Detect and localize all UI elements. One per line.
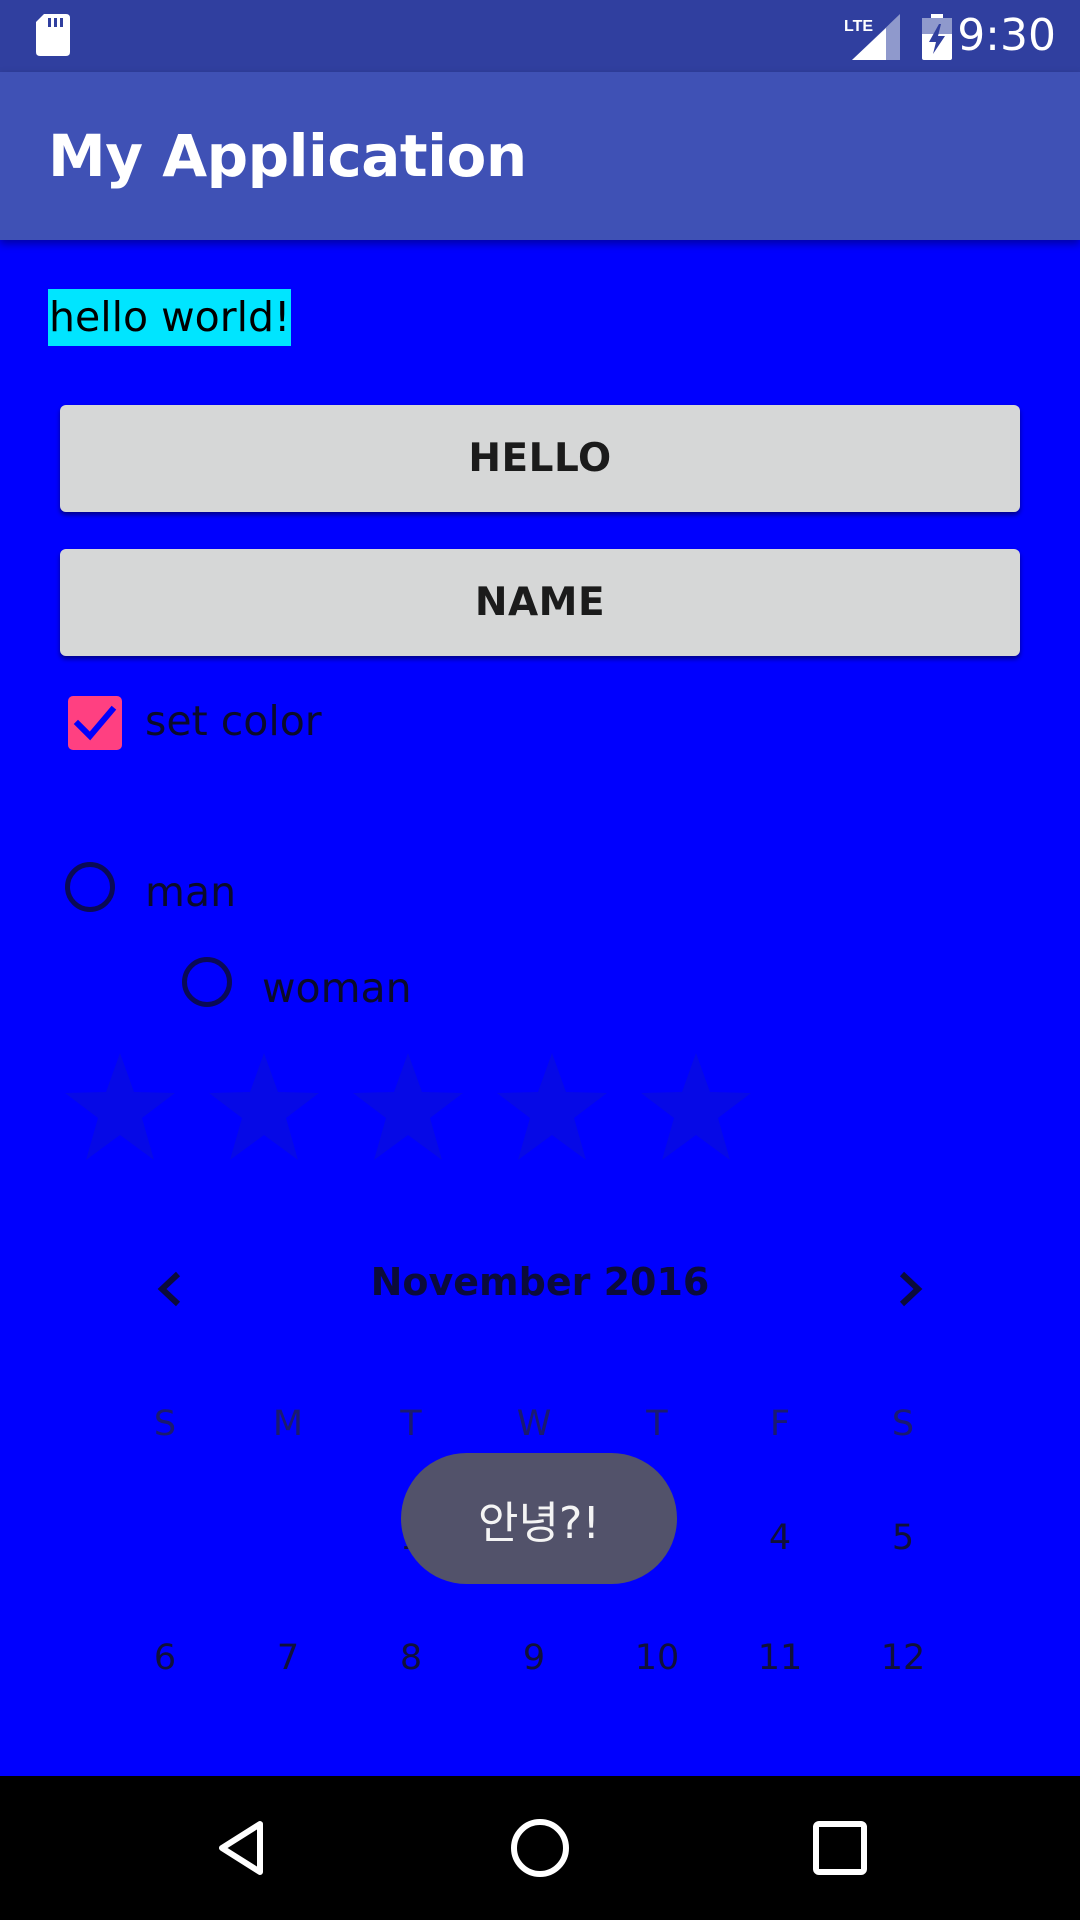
app-title: My Application [48, 122, 527, 190]
weekday-label: T [646, 1404, 668, 1444]
chevron-right-icon[interactable] [890, 1268, 930, 1310]
hello-button[interactable]: HELLO [60, 405, 1020, 512]
app-bar: My Application [0, 72, 1080, 240]
calendar-day[interactable]: 8 [366, 1638, 456, 1678]
weekday-label: S [153, 1404, 177, 1444]
hello-text: hello world! [48, 289, 292, 346]
star-icon[interactable] [204, 1048, 324, 1168]
lte-label: LTE [844, 18, 873, 35]
radio-man[interactable] [65, 862, 115, 912]
sd-card-icon [36, 14, 70, 56]
calendar-day[interactable]: 7 [243, 1638, 333, 1678]
status-bar: LTE 9:30 [0, 0, 1080, 72]
star-icon[interactable] [492, 1048, 612, 1168]
calendar-day[interactable]: 6 [120, 1638, 210, 1678]
name-button[interactable]: NAME [60, 549, 1020, 656]
battery-charging-icon [922, 14, 952, 60]
navigation-bar [0, 1776, 1080, 1920]
home-icon[interactable] [508, 1816, 572, 1880]
recents-icon[interactable] [808, 1816, 872, 1880]
star-icon[interactable] [348, 1048, 468, 1168]
checkbox-checked-icon[interactable] [68, 696, 122, 750]
lte-signal-icon: LTE [844, 14, 900, 60]
back-icon[interactable] [210, 1816, 274, 1880]
star-icon[interactable] [60, 1048, 180, 1168]
calendar-day[interactable]: 5 [858, 1518, 948, 1558]
calendar-day[interactable]: 9 [489, 1638, 579, 1678]
calendar-month-title: November 2016 [370, 1260, 710, 1304]
radio-woman[interactable] [182, 957, 232, 1007]
toast-message: 안녕?! [401, 1453, 677, 1584]
clock: 9:30 [957, 10, 1056, 61]
radio-woman-label: woman [262, 964, 412, 1012]
calendar-day[interactable]: 4 [735, 1518, 825, 1558]
star-icon[interactable] [636, 1048, 756, 1168]
calendar-day[interactable]: 10 [612, 1638, 702, 1678]
weekday-label: S [891, 1404, 915, 1444]
weekday-label: M [272, 1404, 304, 1444]
radio-man-label: man [145, 868, 237, 916]
calendar-day[interactable]: 11 [735, 1638, 825, 1678]
weekday-label: T [400, 1404, 422, 1444]
checkbox-label: set color [145, 697, 322, 745]
weekday-label: F [769, 1404, 791, 1444]
weekday-label: W [516, 1404, 552, 1444]
calendar-day[interactable]: 12 [858, 1638, 948, 1678]
